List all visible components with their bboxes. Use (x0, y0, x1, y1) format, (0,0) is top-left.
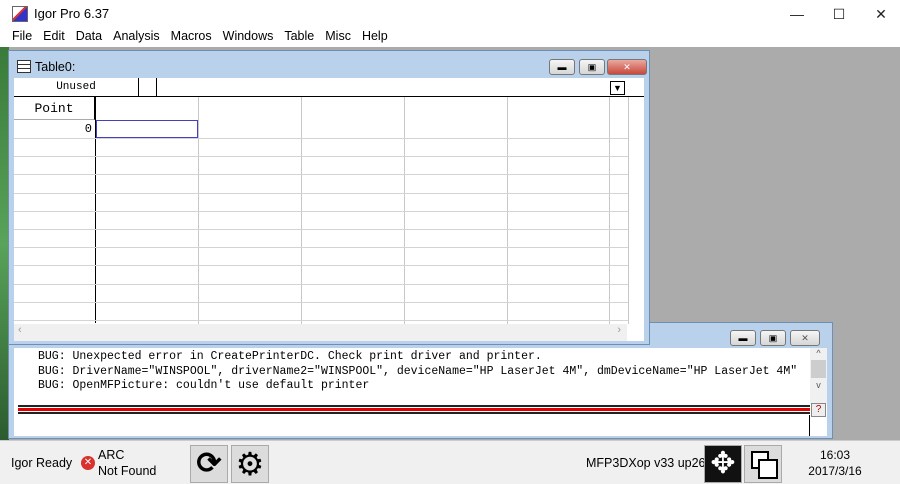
point-column-header[interactable]: Point (14, 97, 95, 120)
igor-logo-icon (12, 6, 28, 22)
help-button[interactable]: ? (811, 403, 826, 417)
row-index: 0 (84, 122, 92, 136)
table-dropdown-icon[interactable]: ▼ (610, 81, 625, 95)
menu-misc[interactable]: Misc (321, 28, 355, 47)
row-divider (14, 211, 628, 212)
history-line: BUG: DriverName="WINSPOOL", driverName2=… (38, 364, 798, 378)
table-close-button[interactable]: ✕ (607, 59, 647, 75)
expand-button[interactable]: ✥ (704, 445, 742, 483)
history-line: BUG: Unexpected error in CreatePrinterDC… (38, 350, 542, 363)
table-icon (17, 60, 31, 73)
table-maximize-button[interactable]: ▣ (579, 59, 605, 75)
clock-date: 2017/3/16 (808, 464, 862, 478)
minimize-button[interactable]: — (774, 0, 820, 28)
row-divider (14, 174, 628, 175)
gear-icon: ⚙ (235, 446, 265, 482)
entry-line-unused[interactable]: Unused (14, 78, 139, 97)
row-divider (14, 138, 628, 139)
menu-edit[interactable]: Edit (39, 28, 69, 47)
menu-help[interactable]: Help (358, 28, 392, 47)
xop-version: MFP3DXop v33 up26 (586, 456, 706, 470)
row-divider (14, 229, 628, 230)
error-icon: ✕ (81, 456, 95, 470)
command-input[interactable] (18, 415, 810, 436)
menu-analysis[interactable]: Analysis (109, 28, 164, 47)
status-bar: Igor Ready ✕ ARC Not Found ⟳ ⚙ MFP3DXop … (0, 440, 900, 484)
command-close-button[interactable]: ✕ (790, 330, 820, 346)
refresh-button[interactable]: ⟳ (190, 445, 228, 483)
maximize-button[interactable]: ☐ (816, 0, 862, 28)
command-history[interactable]: BUG: Unexpected error in CreatePrinterDC… (14, 348, 827, 436)
row-divider (14, 156, 628, 157)
horizontal-scrollbar[interactable]: ‹ › (14, 324, 627, 341)
row-divider (14, 193, 628, 194)
table-minimize-button[interactable]: ▬ (549, 59, 575, 75)
selected-cell[interactable] (96, 120, 198, 138)
igor-status: Igor Ready (11, 456, 73, 470)
history-scrollbar[interactable]: ^ v (810, 348, 827, 404)
refresh-icon: ⟳ (196, 447, 222, 480)
settings-button[interactable]: ⚙ (231, 445, 269, 483)
close-button[interactable]: ✕ (858, 0, 900, 28)
clock: 16:03 2017/3/16 (800, 447, 870, 479)
clock-time: 16:03 (819, 448, 851, 462)
expand-arrows-icon: ✥ (710, 447, 736, 480)
menu-windows[interactable]: Windows (219, 28, 278, 47)
menu-macros[interactable]: Macros (167, 28, 216, 47)
command-divider[interactable] (18, 405, 810, 414)
arc-status: ARC Not Found (98, 447, 156, 479)
table-window: Table0: ▬ ▣ ✕ Unused ▼ Point 0 ‹ › (8, 50, 650, 345)
menu-file[interactable]: File (8, 28, 36, 47)
table-content: Unused ▼ Point 0 ‹ › (14, 78, 644, 341)
row-divider (14, 284, 628, 285)
row-divider (14, 302, 628, 303)
column-divider (628, 97, 629, 324)
table-window-title: Table0: (35, 60, 76, 74)
windows-button[interactable] (744, 445, 782, 483)
command-maximize-button[interactable]: ▣ (760, 330, 786, 346)
app-title-bar: Igor Pro 6.37 — ☐ ✕ (0, 0, 900, 28)
row-divider (14, 265, 628, 266)
menu-data[interactable]: Data (72, 28, 106, 47)
menu-table[interactable]: Table (280, 28, 318, 47)
arc-label: ARC (98, 448, 125, 462)
arc-state: Not Found (98, 464, 157, 478)
row-divider (14, 320, 628, 321)
command-minimize-button[interactable]: ▬ (730, 330, 756, 346)
entry-line[interactable] (157, 78, 644, 97)
entry-cell (139, 78, 157, 97)
history-line: BUG: OpenMFPicture: couldn't use default… (38, 379, 370, 392)
menu-bar: File Edit Data Analysis Macros Windows T… (0, 28, 900, 47)
app-title: Igor Pro 6.37 (34, 6, 110, 21)
row-divider (14, 247, 628, 248)
